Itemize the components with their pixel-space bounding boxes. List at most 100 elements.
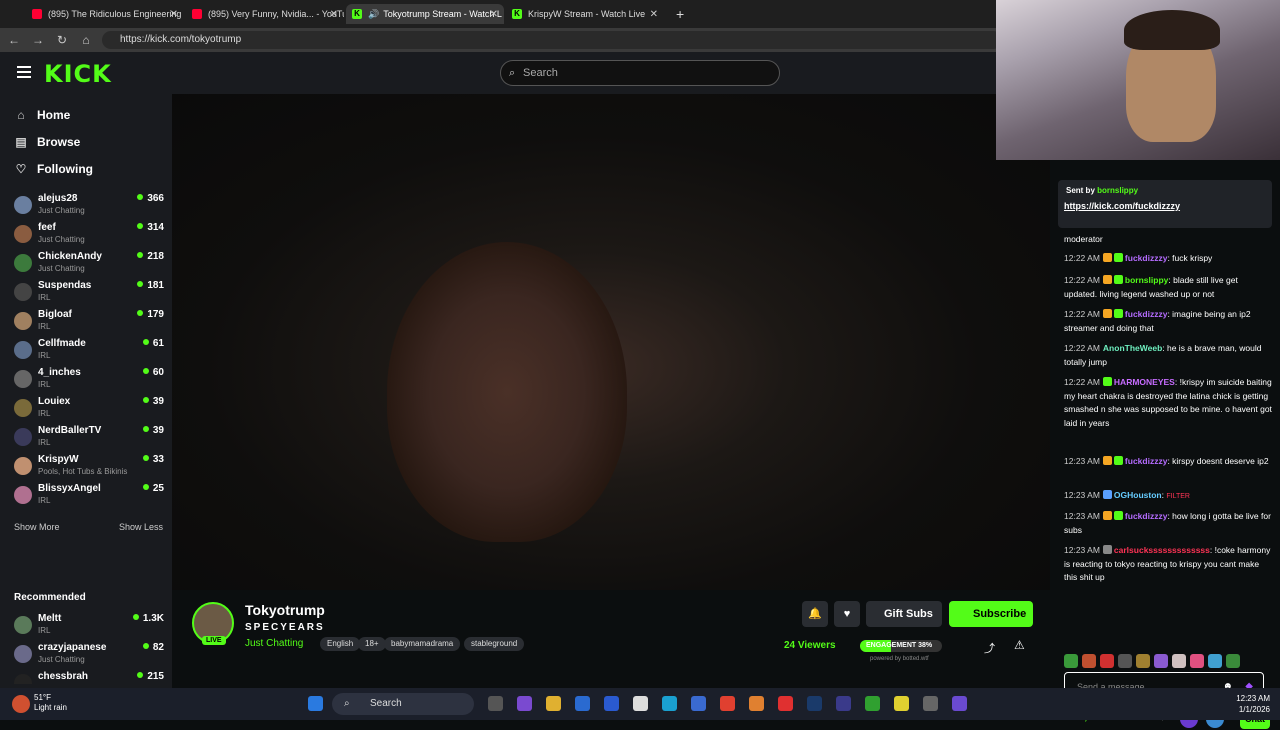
subscribe-button[interactable]: Subscribe <box>949 601 1033 627</box>
pinned-by-user[interactable]: bornslippy <box>1097 186 1138 195</box>
emote-icon[interactable] <box>1172 654 1186 668</box>
browser-tab[interactable]: K KrispyW Stream - Watch Live ✕ <box>506 4 664 24</box>
home-icon[interactable]: ⌂ <box>78 32 94 48</box>
message-user[interactable]: AnonTheWeeb <box>1103 343 1162 353</box>
app-icon[interactable] <box>894 696 909 711</box>
followed-channel[interactable]: Suspendas IRL 181 <box>14 279 164 307</box>
speaker-icon[interactable]: 🔊 <box>368 9 379 20</box>
viewer-count: 366 <box>137 193 164 204</box>
badge-icon <box>1113 275 1123 284</box>
search-input[interactable]: ⌕ Search <box>500 60 780 86</box>
browser-tab[interactable]: (895) The Ridiculous Engineering o ✕ <box>26 4 184 24</box>
emote-icon[interactable] <box>1064 654 1078 668</box>
browser-tab-active[interactable]: K 🔊 Tokyotrump Stream - Watch L ✕ <box>346 4 504 24</box>
notification-bell-icon[interactable]: 🔔 <box>802 601 828 627</box>
browser-tab[interactable]: (895) Very Funny, Nvidia... - YouTub ✕ <box>186 4 344 24</box>
facebook-icon[interactable] <box>604 696 619 711</box>
followed-channel[interactable]: BlissyxAngel IRL 25 <box>14 482 164 510</box>
recommended-channel[interactable]: Meltt IRL 1.3K <box>14 612 164 640</box>
close-icon[interactable]: ✕ <box>650 9 658 20</box>
show-more-link[interactable]: Show More <box>14 522 60 532</box>
message-time: 12:23 AM <box>1064 456 1100 466</box>
stream-tag[interactable]: babymamadrama <box>384 637 461 651</box>
hamburger-menu-icon[interactable] <box>17 66 31 78</box>
message-user[interactable]: HARMONEYES <box>1114 377 1175 387</box>
followed-channel[interactable]: NerdBallerTV IRL 39 <box>14 424 164 452</box>
message-user[interactable]: fuckdizzzy <box>1125 253 1168 263</box>
sidebar-browse[interactable]: ▤ Browse <box>14 135 80 149</box>
channel-name: 4_inches <box>38 367 81 378</box>
pinned-link[interactable]: https://kick.com/fuckdizzzy <box>1064 201 1180 211</box>
copilot-icon[interactable] <box>517 696 532 711</box>
gift-subs-button[interactable]: Gift Subs <box>866 601 942 627</box>
message-user[interactable]: carlsucksssssssssssss <box>1114 545 1210 555</box>
search-icon: ⌕ <box>344 698 350 709</box>
youtube-icon[interactable] <box>778 696 793 711</box>
app-icon[interactable] <box>749 696 764 711</box>
stream-tag[interactable]: English <box>320 637 361 651</box>
emote-icon[interactable] <box>1082 654 1096 668</box>
emote-icon[interactable] <box>1100 654 1114 668</box>
stream-tag[interactable]: 18+ <box>358 637 386 651</box>
followed-channel[interactable]: feef Just Chatting 314 <box>14 221 164 249</box>
streamer-name[interactable]: Tokyotrump <box>245 602 325 618</box>
app-icon[interactable] <box>923 696 938 711</box>
emote-icon[interactable] <box>1226 654 1240 668</box>
obs-icon[interactable] <box>952 696 967 711</box>
recommended-channel[interactable]: chessbrah 215 <box>14 670 164 684</box>
taskbar-search[interactable]: ⌕ Search <box>332 693 474 715</box>
followed-channel[interactable]: Bigloaf IRL 179 <box>14 308 164 336</box>
close-icon[interactable]: ✕ <box>170 9 178 20</box>
message-user[interactable]: bornslippy <box>1125 275 1168 285</box>
close-icon[interactable]: ✕ <box>490 9 498 20</box>
stream-tag[interactable]: stableground <box>464 637 525 651</box>
followed-channel[interactable]: ChickenAndy Just Chatting 218 <box>14 250 164 278</box>
followed-channel[interactable]: alejus28 Just Chatting 366 <box>14 192 164 220</box>
windows-start-icon[interactable] <box>308 696 323 711</box>
task-view-icon[interactable] <box>488 696 503 711</box>
follow-heart-icon[interactable]: ♥ <box>834 601 860 627</box>
video-player[interactable] <box>172 94 1050 590</box>
edge-icon[interactable] <box>662 696 677 711</box>
back-icon[interactable]: ← <box>6 32 22 48</box>
message-user[interactable]: fuckdizzzy <box>1125 511 1168 521</box>
share-icon[interactable]: ⤴ <box>984 640 995 656</box>
stream-category[interactable]: Just Chatting <box>245 638 303 649</box>
file-explorer-icon[interactable] <box>546 696 561 711</box>
system-clock[interactable]: 12:23 AM 1/1/2026 <box>1236 693 1270 715</box>
url-field[interactable]: https://kick.com/tokyotrump <box>102 31 1002 49</box>
kick-logo[interactable]: KICK <box>44 60 112 88</box>
calculator-icon[interactable] <box>691 696 706 711</box>
message-user[interactable]: fuckdizzzy <box>1125 456 1168 466</box>
emote-icon[interactable] <box>1208 654 1222 668</box>
new-tab-button[interactable]: + <box>670 4 690 24</box>
recommended-channel[interactable]: crazyjapanese Just Chatting 82 <box>14 641 164 669</box>
steam-icon[interactable] <box>807 696 822 711</box>
forward-icon[interactable]: → <box>30 32 46 48</box>
followed-channel[interactable]: 4_inches IRL 60 <box>14 366 164 394</box>
report-icon[interactable]: ⚠ <box>1014 638 1025 652</box>
followed-channel[interactable]: KrispyW Pools, Hot Tubs & Bikinis 33 <box>14 453 164 481</box>
store-icon[interactable] <box>575 696 590 711</box>
sidebar-home[interactable]: ⌂ Home <box>14 108 70 122</box>
weather-widget[interactable]: 51°F Light rain <box>34 693 67 713</box>
followed-channel[interactable]: Louiex IRL 39 <box>14 395 164 423</box>
amazon-icon[interactable] <box>633 696 648 711</box>
show-less-link[interactable]: Show Less <box>119 522 163 532</box>
message-time: 12:22 AM <box>1064 275 1100 285</box>
stream-video-frame <box>387 242 627 542</box>
emote-icon[interactable] <box>1154 654 1168 668</box>
message-user[interactable]: OGHouston <box>1114 490 1162 500</box>
emote-icon[interactable] <box>1136 654 1150 668</box>
subscribe-label: Subscribe <box>973 608 1027 620</box>
emote-icon[interactable] <box>1190 654 1204 668</box>
close-icon[interactable]: ✕ <box>330 9 338 20</box>
xbox-icon[interactable] <box>865 696 880 711</box>
followed-channel[interactable]: Cellfmade IRL 61 <box>14 337 164 365</box>
app-icon[interactable] <box>836 696 851 711</box>
message-user[interactable]: fuckdizzzy <box>1125 309 1168 319</box>
chrome-icon[interactable] <box>720 696 735 711</box>
emote-icon[interactable] <box>1118 654 1132 668</box>
reload-icon[interactable]: ↻ <box>54 32 70 48</box>
sidebar-following[interactable]: ♡ Following <box>14 162 93 176</box>
